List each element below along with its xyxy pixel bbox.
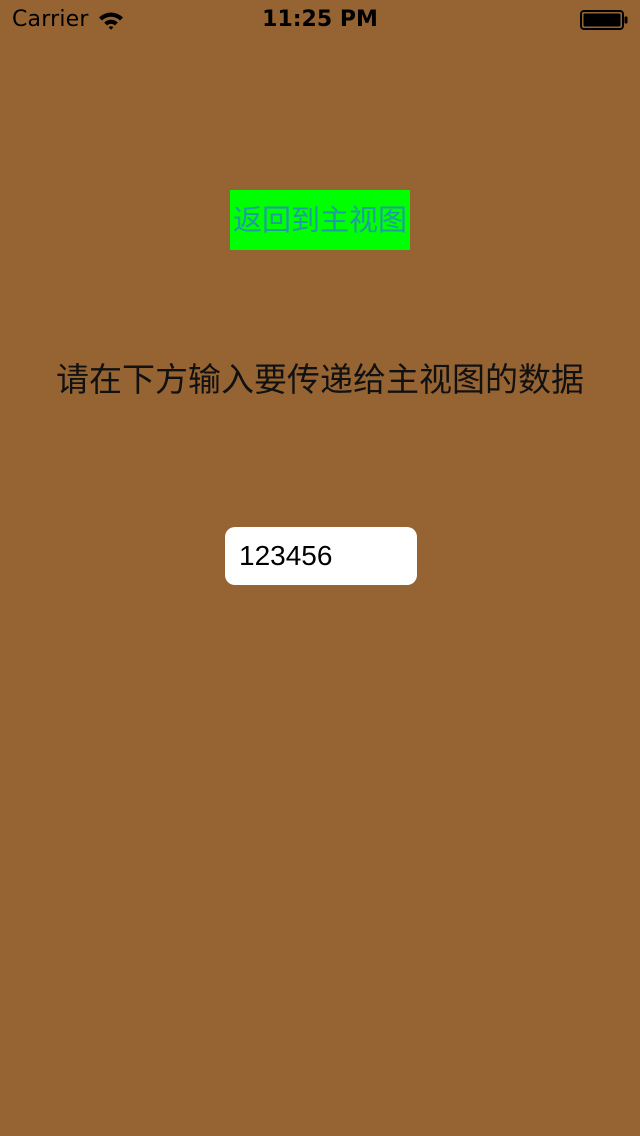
back-to-main-view-button[interactable]: 返回到主视图 [230,190,410,250]
status-time: 11:25 PM [262,7,378,32]
data-input-field[interactable] [225,527,417,585]
input-prompt-label: 请在下方输入要传递给主视图的数据 [56,360,584,399]
status-bar: Carrier 11:25 PM [0,0,640,40]
battery-full-icon [580,10,628,30]
